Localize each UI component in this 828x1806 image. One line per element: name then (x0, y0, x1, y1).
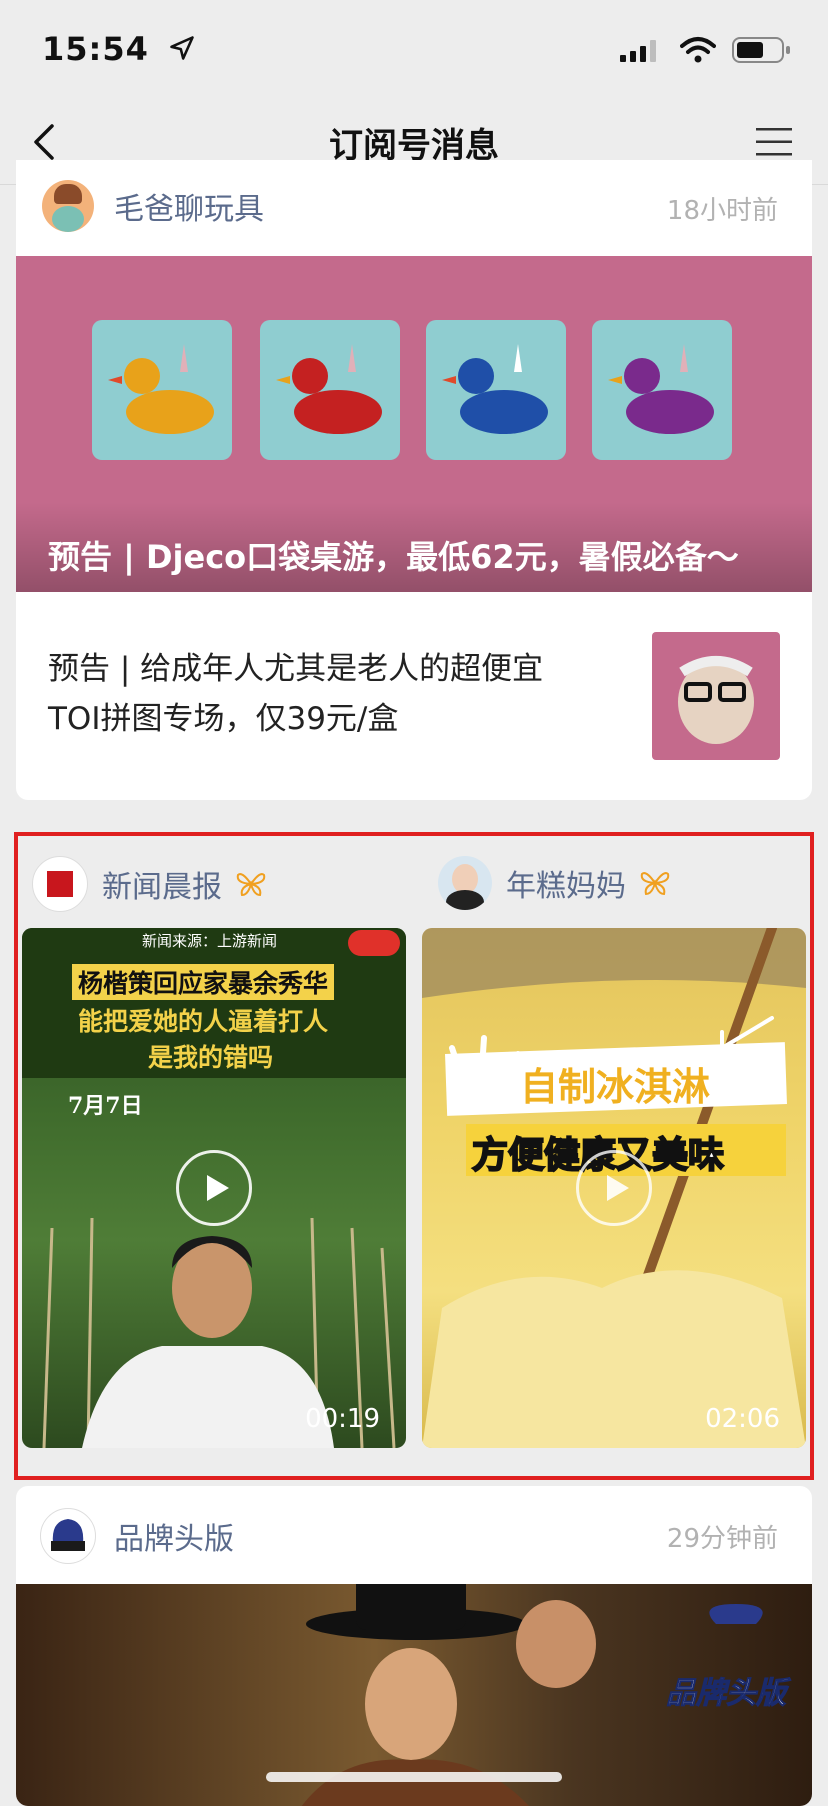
account-avatar (40, 1508, 96, 1564)
butterfly-badge-icon (236, 873, 266, 897)
account-avatar (32, 856, 88, 912)
article-card: 品牌头版 29分钟前 品牌头版 (16, 1486, 812, 1806)
news-logo (348, 930, 400, 956)
video-account-header[interactable]: 年糕妈妈 (438, 856, 670, 910)
status-time: 15:54 (42, 30, 149, 68)
article-card: 毛爸聊玩具 18小时前 预告 | Djeco口袋桌游，最低62元，暑假必备～ 预… (16, 160, 812, 800)
video-duration: 00:19 (305, 1404, 380, 1434)
video-account-header[interactable]: 新闻晨报 (32, 856, 266, 912)
account-name: 年糕妈妈 (506, 869, 626, 904)
brand-watermark: 品牌头版 (666, 1676, 787, 1712)
play-button-icon[interactable] (176, 1150, 252, 1226)
video-thumbnail[interactable]: 新闻来源：上游新闻 杨楷策回应家暴余秀华 能把爱她的人逼着打人 是我的错吗 7月… (22, 928, 406, 1448)
butterfly-badge-icon (640, 872, 670, 896)
banner-caption: 预告 | Djeco口袋桌游，最低62元，暑假必备～ (48, 538, 739, 576)
post-time: 18小时前 (666, 196, 778, 226)
account-header[interactable]: 毛爸聊玩具 (42, 180, 264, 232)
menu-icon[interactable] (754, 122, 794, 162)
video-headline: 能把爱她的人逼着打人 (78, 1007, 329, 1036)
video-duration: 02:06 (705, 1404, 780, 1434)
home-indicator[interactable] (266, 1772, 562, 1782)
play-button-icon[interactable] (576, 1150, 652, 1226)
duck-game-image (592, 320, 732, 460)
article-thumbnail[interactable] (652, 632, 780, 760)
duck-game-image (426, 320, 566, 460)
account-name: 毛爸聊玩具 (114, 192, 264, 227)
article-title[interactable]: 预告 | 给成年人尤其是老人的超便宜TOI拼图专场，仅39元/盒 (48, 644, 588, 744)
video-headline: 自制冰淇淋 (520, 1065, 711, 1109)
cellular-signal-icon (620, 40, 656, 62)
video-headline: 杨楷策回应家暴余秀华 (72, 964, 335, 1000)
wifi-icon (680, 37, 716, 63)
duck-game-image (92, 320, 232, 460)
article-banner[interactable]: 预告 | Djeco口袋桌游，最低62元，暑假必备～ (16, 256, 812, 592)
video-thumbnail[interactable]: 自制冰淇淋 方便健康又美味 02:06 (422, 928, 806, 1448)
account-name: 品牌头版 (114, 1522, 234, 1557)
account-avatar (438, 856, 492, 910)
video-headline: 是我的错吗 (148, 1043, 274, 1072)
post-time: 29分钟前 (666, 1524, 778, 1554)
account-name: 新闻晨报 (102, 870, 222, 905)
status-bar: 15:54 (0, 0, 828, 100)
battery-icon (732, 37, 790, 63)
location-arrow-icon (170, 36, 194, 60)
account-avatar (42, 180, 94, 232)
duck-game-image (260, 320, 400, 460)
account-header[interactable]: 品牌头版 (40, 1508, 234, 1564)
video-source: 新闻来源：上游新闻 (142, 932, 278, 950)
